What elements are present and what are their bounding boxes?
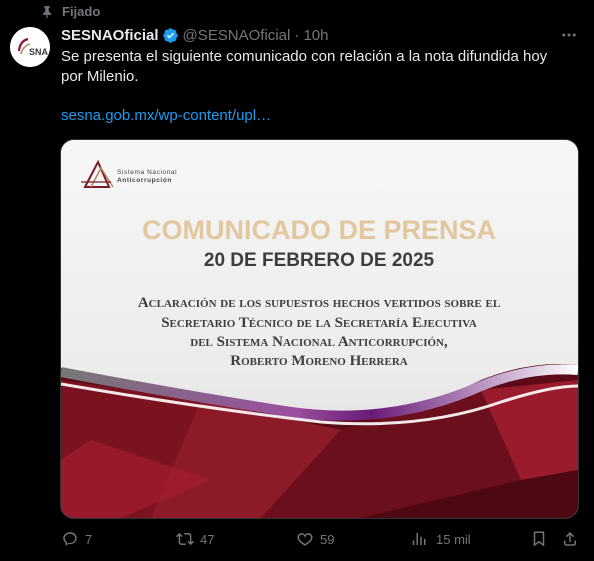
author-name[interactable]: SESNAOficial <box>61 27 159 44</box>
reply-icon <box>63 532 77 546</box>
tweet-actions: 7 47 59 15 mil <box>0 527 594 551</box>
tweet-link[interactable]: sesna.gob.mx/wp-content/upl… <box>61 107 271 124</box>
avatar[interactable]: SNA <box>10 27 50 67</box>
pin-icon <box>42 5 52 18</box>
org-name-line2: Anticorrupción <box>117 177 172 184</box>
bookmark-icon <box>533 531 545 547</box>
heart-icon <box>297 533 313 546</box>
tweet-header: SESNAOficial @SESNAOficial · 10h <box>61 25 329 45</box>
pinned-indicator: Fijado <box>40 4 100 19</box>
press-release-image[interactable]: Sistema Nacional Anticorrupción COMUNICA… <box>60 139 579 519</box>
repost-button[interactable]: 47 <box>176 527 214 551</box>
share-icon <box>564 531 576 546</box>
press-body-line3: del Sistema Nacional Anticorrupción, <box>190 334 448 350</box>
tweet-time[interactable]: · 10h <box>294 27 328 44</box>
verified-icon <box>162 27 178 43</box>
more-icon <box>562 33 576 37</box>
like-button[interactable]: 59 <box>296 527 334 551</box>
repost-icon <box>176 532 194 546</box>
pinned-label: Fijado <box>62 4 101 19</box>
views-icon <box>412 533 426 545</box>
like-count: 59 <box>320 531 335 547</box>
bookmark-button[interactable] <box>530 527 548 551</box>
reply-count: 7 <box>85 531 93 547</box>
repost-count: 47 <box>200 531 215 547</box>
press-date: 20 DE FEBRERO DE 2025 <box>204 250 435 271</box>
views-count: 15 mil <box>436 531 471 547</box>
press-body-line1: Aclaración de los supuestos hechos verti… <box>138 295 500 311</box>
avatar-text: SNA <box>29 47 49 57</box>
more-options-button[interactable] <box>558 24 580 46</box>
org-name-line1: Sistema Nacional <box>117 169 177 176</box>
share-button[interactable] <box>561 527 579 551</box>
tweet-text: Se presenta el siguiente comunicado con … <box>61 48 548 85</box>
press-body-line2: Secretario Técnico de la Secretaría Ejec… <box>161 315 477 331</box>
views-button[interactable]: 15 mil <box>412 527 471 551</box>
author-handle[interactable]: @SESNAOficial <box>183 27 291 44</box>
reply-button[interactable]: 7 <box>61 527 92 551</box>
press-body-line4: Roberto Moreno Herrera <box>230 353 407 369</box>
press-title: COMUNICADO DE PRENSA <box>142 215 496 245</box>
